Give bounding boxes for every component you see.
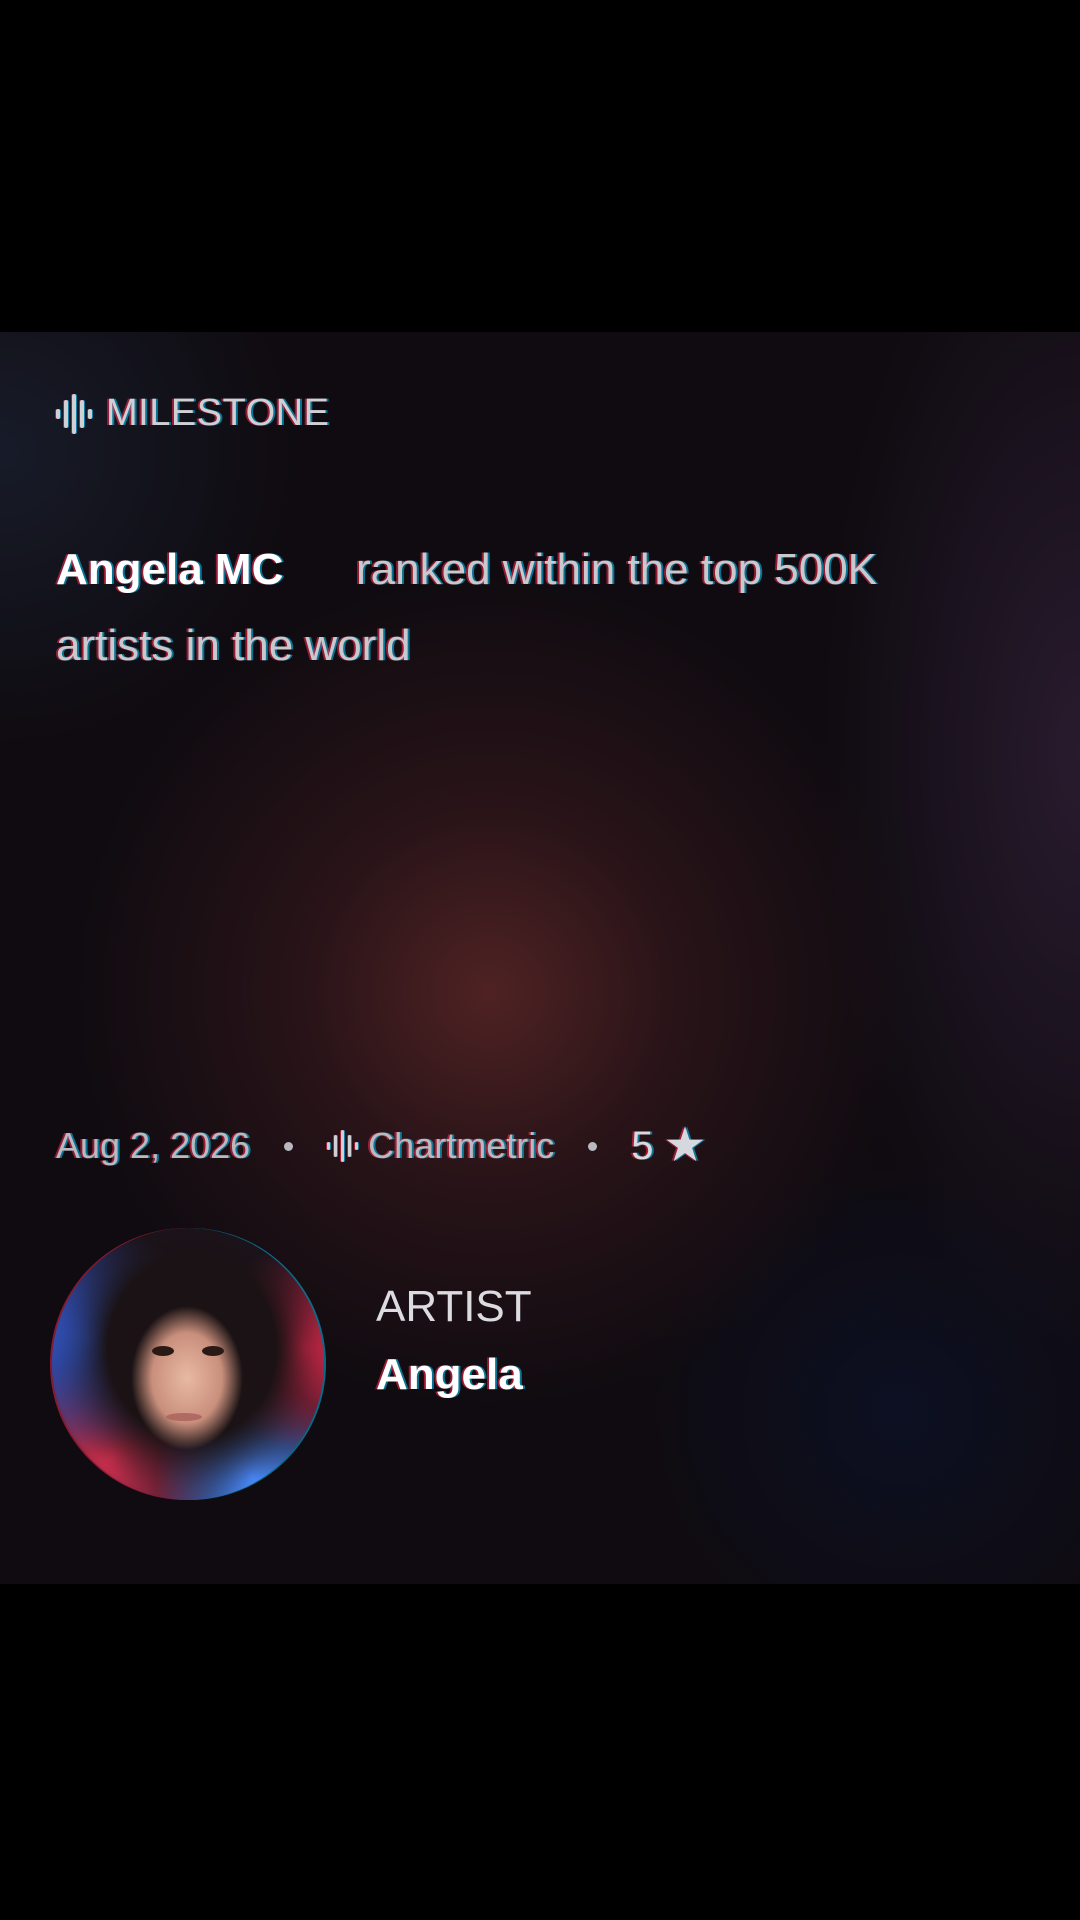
artist-label: ARTIST [376, 1282, 532, 1331]
milestone-card: MILESTONE Angela MC ranked within the to… [0, 332, 1080, 1584]
avatar-detail [152, 1346, 174, 1356]
waveform-icon [56, 393, 92, 434]
headline-text-line2: artists in the world [56, 621, 411, 670]
waveform-icon [327, 1130, 359, 1162]
separator-dot [284, 1141, 294, 1151]
source-label: Chartmetric [368, 1125, 555, 1166]
source-link[interactable]: Chartmetric [327, 1125, 554, 1167]
star-icon: ★ [663, 1119, 707, 1172]
milestone-date: Aug 2, 2026 [56, 1125, 251, 1166]
artist-avatar[interactable] [52, 1228, 324, 1500]
avatar-detail [166, 1413, 202, 1421]
artist-name[interactable]: Angela [376, 1350, 532, 1400]
milestone-label: MILESTONE [106, 392, 330, 434]
rating-value: 5 [631, 1123, 654, 1168]
headline-text-line1: ranked within the top 500K [356, 545, 878, 594]
milestone-meta: Aug 2, 2026 Chartmetric 5 ★ [56, 1122, 706, 1170]
milestone-tag: MILESTONE [56, 392, 329, 435]
milestone-headline: Angela MC ranked within the top 500K art… [56, 532, 956, 684]
separator-dot [588, 1141, 598, 1151]
headline-artist-name: Angela MC [56, 545, 284, 594]
artist-info: ARTIST Angela [376, 1282, 532, 1400]
rating: 5 ★ [631, 1122, 706, 1170]
avatar-detail [202, 1346, 224, 1356]
